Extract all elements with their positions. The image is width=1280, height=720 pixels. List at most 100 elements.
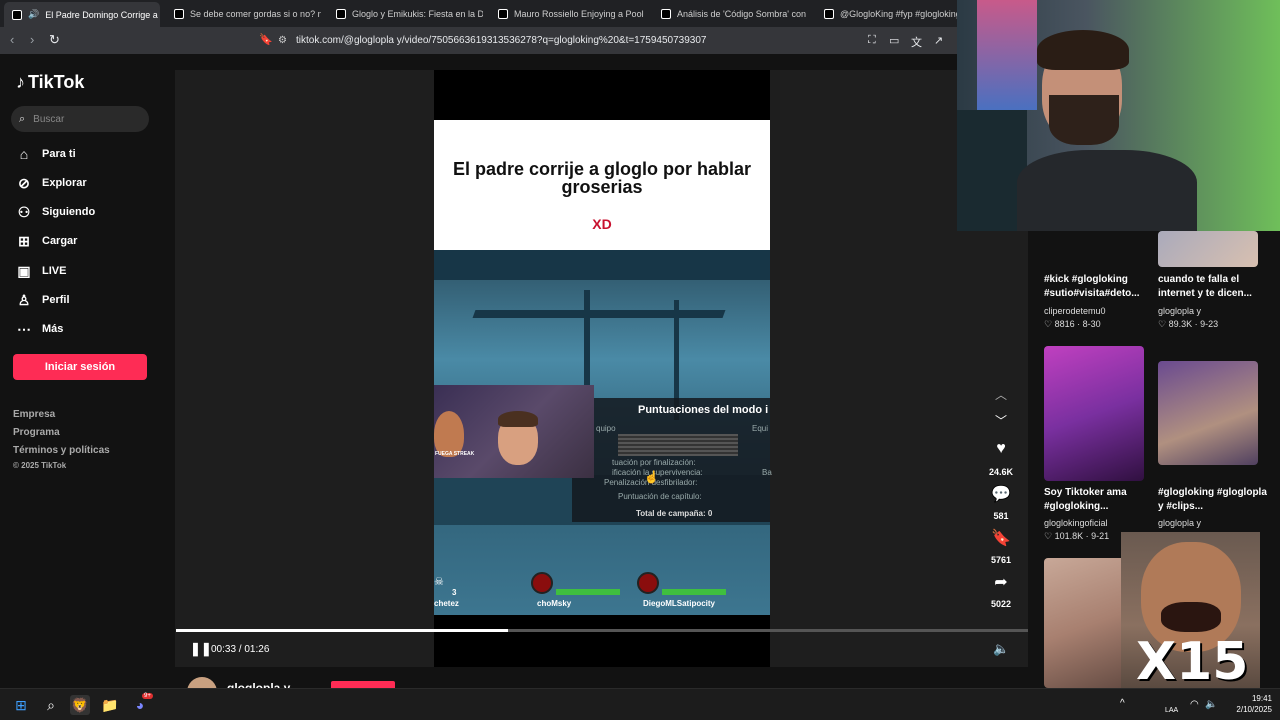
sidebar-item-label: Para ti bbox=[42, 148, 76, 160]
bookmark-icon[interactable]: 🔖 bbox=[259, 33, 273, 46]
scoreboard-title: Puntuaciones del modo i bbox=[638, 404, 769, 416]
caption-subtitle: XD bbox=[592, 216, 612, 232]
scoreboard-panel: Puntuaciones del modo i quipo Equi tuaci… bbox=[572, 398, 772, 522]
share-icon[interactable]: ➦ bbox=[990, 572, 1012, 592]
following-icon: ⚇ bbox=[17, 203, 31, 220]
clock-date: 2/10/2025 bbox=[1236, 705, 1272, 714]
tiktok-note-icon: ♪ bbox=[16, 72, 25, 92]
save-count: 5761 bbox=[990, 555, 1012, 565]
sidebar-item-explorar[interactable]: ⊘ Explorar bbox=[16, 175, 87, 191]
footer-link-empresa[interactable]: Empresa bbox=[13, 409, 55, 420]
browser-tab[interactable]: Gloglo y Emikukis: Fiesta en la Disco bbox=[328, 4, 483, 24]
pip-icon[interactable]: ▭ bbox=[889, 34, 899, 47]
footer-link-terminos[interactable]: Términos y políticas bbox=[13, 445, 110, 456]
video-card-date: 9-23 bbox=[1200, 319, 1219, 329]
video-thumbnail[interactable] bbox=[1158, 231, 1258, 267]
chevron-up-icon[interactable]: ︿ bbox=[992, 386, 1010, 403]
streamer-cam-inset: FUEGA STREAK bbox=[434, 385, 594, 478]
forward-icon[interactable]: › bbox=[30, 32, 34, 47]
browser-tab[interactable]: Análisis de 'Código Sombra' con Sac bbox=[653, 4, 808, 24]
tiktok-sidebar: ♪ TikTok ⌕ Buscar ⌂ Para ti ⊘ Explorar ⚇… bbox=[0, 54, 175, 688]
video-card-likes: 89.3K bbox=[1168, 319, 1193, 329]
address-bar[interactable]: ⚙ tiktok.com/@gloglopla y/video/75056636… bbox=[278, 30, 958, 51]
site-settings-icon[interactable]: ⚙ bbox=[278, 35, 296, 46]
video-caption-card: El padre corrije a gloglo por hablar gro… bbox=[434, 120, 770, 250]
browser-tab[interactable]: 🔊 El Padre Domingo Corrige a G ✕ bbox=[4, 2, 160, 27]
video-card-title[interactable]: #kick #glogloking #sutio#visita#deto... bbox=[1044, 273, 1154, 301]
video-card-author[interactable]: cliperodetemu0 bbox=[1044, 306, 1106, 316]
video-card-likes: 101.8K bbox=[1054, 531, 1084, 541]
translate-icon[interactable]: 文 bbox=[911, 34, 922, 50]
sidebar-item-live[interactable]: ▣ LIVE bbox=[16, 263, 66, 279]
meme-overlay: X15 bbox=[1121, 532, 1260, 688]
hud-player-name: chetez bbox=[434, 599, 459, 608]
live-icon: ▣ bbox=[17, 262, 31, 279]
like-count: 24.6K bbox=[988, 467, 1014, 477]
scoreboard-row: Equi bbox=[752, 424, 769, 433]
wifi-icon[interactable]: ◠ bbox=[1190, 699, 1199, 710]
bookmark-icon[interactable]: 🔖 bbox=[990, 528, 1012, 548]
sidebar-item-siguiendo[interactable]: ⚇ Siguiendo bbox=[16, 204, 95, 220]
tab-label: Gloglo y Emikukis: Fiesta en la Disco bbox=[352, 9, 483, 19]
chevron-down-icon[interactable]: ﹀ bbox=[992, 412, 1010, 429]
scoreboard-bars bbox=[618, 434, 738, 456]
hud-player-name: DiegoMLSatipocity bbox=[643, 599, 716, 608]
browser-tab[interactable]: Mauro Rossiello Enjoying a Pool Day bbox=[490, 4, 645, 24]
profile-icon: ♙ bbox=[17, 291, 31, 308]
back-icon[interactable]: ‹ bbox=[10, 32, 14, 47]
video-card-author[interactable]: gloglopla y bbox=[1158, 306, 1201, 316]
chevron-up-icon[interactable]: ^ bbox=[1120, 698, 1125, 709]
sidebar-item-cargar[interactable]: ⊞ Cargar bbox=[16, 233, 77, 249]
sidebar-item-label: Explorar bbox=[42, 177, 87, 189]
login-button[interactable]: Iniciar sesión bbox=[13, 354, 147, 380]
video-card-title[interactable]: cuando te falla el internet y te dicen..… bbox=[1158, 273, 1268, 301]
progress-fill bbox=[176, 629, 509, 632]
tiktok-logo[interactable]: ♪ TikTok bbox=[16, 72, 84, 93]
url-text: tiktok.com/@gloglopla y/video/7505663619… bbox=[296, 35, 707, 46]
video-card-author[interactable]: gloglopla y bbox=[1158, 518, 1201, 528]
speaker-icon: 🔊 bbox=[28, 9, 40, 19]
volume-icon[interactable]: 🔈 bbox=[1205, 699, 1217, 710]
caption-title: El padre corrije a gloglo por hablar gro… bbox=[452, 159, 752, 197]
skull-icon: ☠ bbox=[434, 576, 444, 588]
ceiling-beam bbox=[434, 250, 770, 280]
video-thumbnail[interactable] bbox=[1044, 346, 1144, 481]
home-icon: ⌂ bbox=[19, 146, 29, 162]
video-card-author[interactable]: gloglokingoficial bbox=[1044, 518, 1108, 528]
search-input[interactable]: ⌕ Buscar bbox=[11, 106, 149, 132]
sidebar-item-para-ti[interactable]: ⌂ Para ti bbox=[16, 146, 76, 162]
hud-count: 3 bbox=[452, 588, 457, 597]
tiktok-favicon-icon bbox=[174, 9, 184, 19]
sidebar-item-perfil[interactable]: ♙ Perfil bbox=[16, 292, 70, 308]
sidebar-item-mas[interactable]: ⋯ Más bbox=[16, 321, 63, 337]
video-card-meta: ♡ 8816 · 8-30 bbox=[1044, 319, 1101, 329]
language-indicator[interactable]: LAA bbox=[1165, 707, 1178, 714]
heart-icon[interactable]: ♥ bbox=[990, 440, 1012, 458]
tab-label: Se debe comer gordas si o no? no li bbox=[190, 9, 321, 19]
volume-icon[interactable]: 🔈 bbox=[993, 641, 1009, 657]
poster bbox=[977, 0, 1037, 110]
laughing-mouth bbox=[1161, 602, 1221, 632]
windows-start-icon[interactable]: ⊞ bbox=[11, 695, 31, 715]
video-card-title[interactable]: #glogloking #gloglopla y #clips... bbox=[1158, 486, 1268, 514]
heart-outline-icon: ♡ bbox=[1044, 531, 1053, 541]
tiktok-favicon-icon bbox=[661, 9, 671, 19]
brave-browser-icon[interactable]: 🦁 bbox=[70, 695, 90, 715]
browser-tab[interactable]: @GlogloKing #fyp #glogloking #e bbox=[816, 4, 957, 24]
heart-outline-icon: ♡ bbox=[1158, 319, 1167, 329]
browser-tab[interactable]: Se debe comer gordas si o no? no li bbox=[166, 4, 321, 24]
reader-off-icon[interactable]: ⛶ bbox=[868, 34, 876, 47]
video-card-title[interactable]: Soy Tiktoker ama #glogloking... bbox=[1044, 486, 1154, 514]
reload-icon[interactable]: ↻ bbox=[49, 32, 60, 48]
comment-icon[interactable]: 💬 bbox=[990, 484, 1012, 504]
pause-icon[interactable]: ❚❚ bbox=[190, 641, 212, 657]
cursor-hand-icon: ☝ bbox=[644, 470, 659, 484]
share-icon[interactable]: ↗ bbox=[934, 34, 943, 47]
system-clock[interactable]: 19:41 2/10/2025 bbox=[1222, 693, 1272, 715]
search-icon[interactable]: ⌕ bbox=[41, 695, 61, 715]
video-thumbnail[interactable] bbox=[1158, 361, 1258, 465]
progress-bar[interactable] bbox=[176, 629, 1028, 632]
file-explorer-icon[interactable]: 📁 bbox=[100, 695, 120, 715]
footer-link-programa[interactable]: Programa bbox=[13, 427, 60, 438]
scoreboard-total: Total de campaña: 0 bbox=[636, 509, 713, 518]
